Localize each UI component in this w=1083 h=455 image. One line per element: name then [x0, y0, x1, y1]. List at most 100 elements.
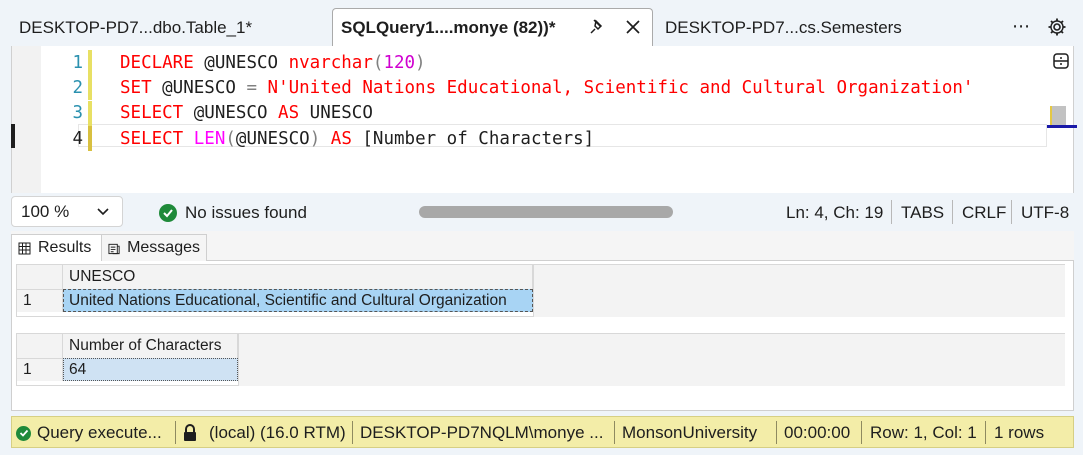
left-border	[0, 46, 11, 416]
tab-messages[interactable]: Messages	[101, 234, 207, 262]
code-line[interactable]: 2 SET @UNESCO = N'United Nations Educatio…	[41, 75, 1051, 101]
database-info: MonsonUniversity	[622, 423, 758, 442]
code-token: LEN	[193, 128, 226, 149]
code-token: SET	[120, 77, 152, 98]
issues-indicator[interactable]: No issues found	[159, 203, 307, 223]
lock-icon	[184, 424, 196, 441]
code-line[interactable]: 4 SELECT LEN(@UNESCO) AS [Number of Chara…	[41, 126, 1051, 152]
code-token: DECLARE	[120, 52, 194, 73]
tab-label: SQLQuery1....monye (82))*	[341, 18, 556, 37]
code-token: )	[309, 128, 321, 149]
code-lines[interactable]: 1 DECLARE @UNESCO nvarchar(120) 2 SET @UNES…	[41, 50, 1051, 152]
results-tab-bar: Results Messages	[11, 231, 1074, 262]
change-marker	[88, 50, 92, 76]
result-grid-number-of-characters[interactable]: Number of Characters 1 64	[16, 333, 1065, 386]
code-line[interactable]: 3 SELECT @UNESCO AS UNESCO	[41, 100, 1051, 126]
encoding[interactable]: UTF-8	[1021, 203, 1069, 223]
chevron-down-icon	[97, 208, 109, 216]
code-token: =	[246, 77, 257, 98]
editor-status-row: 100 % No issues found Ln: 4, Ch: 19 TABS…	[11, 193, 1074, 231]
zoom-dropdown[interactable]: 100 %	[11, 196, 123, 227]
change-marker	[88, 75, 92, 101]
divider	[952, 200, 953, 224]
editor-gutter	[12, 46, 41, 193]
code-text: DECLARE @UNESCO nvarchar(120)	[120, 53, 426, 73]
query-editor[interactable]: 1 DECLARE @UNESCO nvarchar(120) 2 SET @UNES…	[11, 46, 1077, 193]
query-status: Query execute...	[16, 423, 162, 443]
row-col-info: Row: 1, Col: 1	[870, 423, 977, 442]
divider	[861, 421, 862, 444]
result-grid-unesco[interactable]: UNESCO 1 United Nations Educational, Sci…	[16, 264, 1065, 317]
column-header[interactable]: UNESCO	[63, 265, 533, 289]
elapsed-time: 00:00:00	[784, 423, 851, 442]
row-header[interactable]: 1	[17, 289, 63, 312]
line-number: 3	[72, 103, 83, 124]
code-token: SELECT	[120, 103, 184, 124]
column-header[interactable]: Number of Characters	[63, 334, 238, 358]
right-border	[1074, 46, 1083, 416]
code-text: SELECT @UNESCO AS UNESCO	[120, 103, 373, 123]
code-token: @UNESCO	[151, 77, 247, 98]
grid-cell[interactable]: 64	[63, 358, 238, 381]
horizontal-scrollbar-thumb[interactable]	[419, 206, 673, 218]
issues-label: No issues found	[185, 203, 307, 222]
indent-mode[interactable]: TABS	[901, 203, 944, 223]
divider	[776, 421, 777, 444]
code-text: SELECT LEN(@UNESCO) AS [Number of Charac…	[120, 129, 594, 149]
row-header[interactable]: 1	[17, 358, 63, 381]
zoom-value: 100 %	[21, 201, 70, 221]
code-token: UNESCO	[299, 103, 373, 124]
tab-table-1[interactable]: DESKTOP-PD7...dbo.Table_1*	[11, 9, 331, 46]
change-marker	[88, 100, 92, 126]
grid-icon	[18, 242, 31, 254]
vertical-scrollbar-thumb[interactable]	[1052, 106, 1066, 126]
divider	[985, 421, 986, 444]
user-info: DESKTOP-PD7NQLM\monye ...	[360, 423, 604, 442]
grid-empty-area	[238, 334, 1065, 386]
split-editor-icon[interactable]	[1051, 51, 1071, 71]
tab-semesters[interactable]: DESKTOP-PD7...cs.Semesters	[657, 9, 997, 46]
more-icon[interactable]: ⋯	[1012, 16, 1031, 37]
cursor-position[interactable]: Ln: 4, Ch: 19	[786, 203, 883, 223]
gear-icon[interactable]	[1047, 17, 1067, 37]
divider	[1011, 200, 1012, 224]
query-status-bar: Query execute... (local) (16.0 RTM) DESK…	[11, 416, 1074, 448]
code-token: (	[372, 52, 384, 73]
code-token: 120	[383, 52, 416, 73]
tab-results[interactable]: Results	[11, 234, 102, 262]
change-marker	[88, 126, 92, 152]
grid-empty-area	[533, 265, 1065, 317]
divider	[175, 421, 176, 444]
code-text: SET @UNESCO = N'United Nations Education…	[120, 78, 973, 98]
code-token: (	[225, 128, 236, 149]
messages-icon	[108, 243, 120, 254]
current-line-marker	[11, 124, 15, 148]
server-text: (local) (16.0 RTM)	[209, 423, 346, 442]
code-token: @UNESCO	[235, 128, 310, 149]
code-token: [Number of Characters]	[351, 128, 595, 149]
divider	[614, 421, 615, 444]
pin-icon[interactable]	[588, 18, 606, 36]
close-icon[interactable]	[623, 17, 643, 37]
tab-label: DESKTOP-PD7...cs.Semesters	[665, 17, 902, 37]
tab-messages-label: Messages	[127, 239, 200, 256]
code-token: )	[415, 52, 426, 73]
line-number: 2	[72, 77, 83, 98]
grid-corner[interactable]	[17, 265, 63, 289]
line-ending[interactable]: CRLF	[962, 203, 1006, 223]
code-line[interactable]: 1 DECLARE @UNESCO nvarchar(120)	[41, 50, 1051, 76]
server-info: (local) (16.0 RTM)	[182, 423, 346, 443]
grid-corner[interactable]	[17, 334, 63, 358]
grid-cell[interactable]: United Nations Educational, Scientific a…	[63, 289, 533, 312]
divider	[352, 421, 353, 444]
code-token: AS	[330, 128, 352, 149]
code-token: N'United Nations Educational, Scientific…	[267, 77, 974, 98]
document-tab-bar: DESKTOP-PD7...dbo.Table_1* SQLQuery1....…	[0, 0, 1083, 47]
line-number: 1	[72, 52, 83, 73]
tab-label: DESKTOP-PD7...dbo.Table_1*	[19, 17, 253, 37]
query-status-text: Query execute...	[37, 423, 162, 442]
tab-sqlquery1[interactable]: SQLQuery1....monye (82))*	[332, 8, 653, 47]
